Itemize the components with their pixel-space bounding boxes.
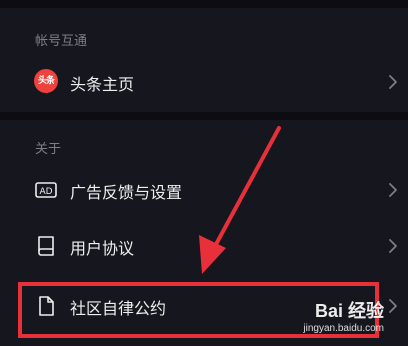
watermark-sub: jingyan.baidu.com [303, 323, 384, 334]
baidu-jingyan-watermark: Bai 经验 jingyan.baidu.com [303, 297, 384, 334]
annotation-arrow [199, 126, 281, 274]
watermark-main: Bai 经验 [314, 301, 384, 321]
